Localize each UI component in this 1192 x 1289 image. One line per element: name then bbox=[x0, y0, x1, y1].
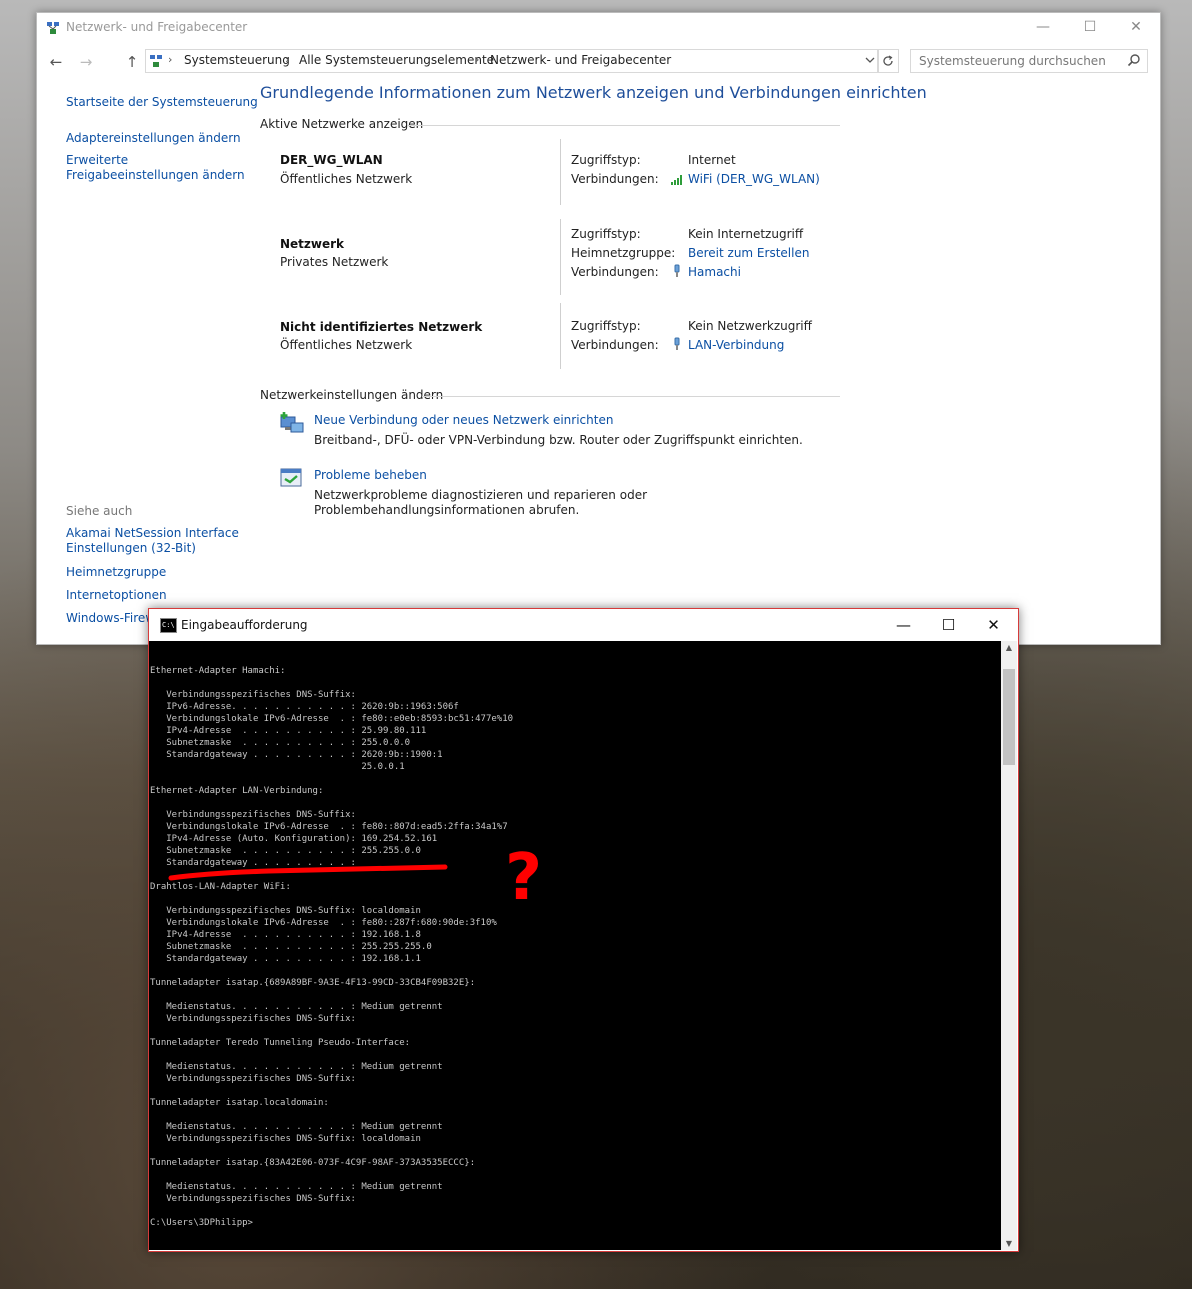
breadcrumb-separator: › bbox=[285, 53, 290, 66]
access-type-label: Zugriffstyp: bbox=[571, 153, 641, 167]
homegroup-link[interactable]: Bereit zum Erstellen bbox=[688, 246, 809, 260]
access-type-label: Zugriffstyp: bbox=[571, 319, 641, 333]
title-bar[interactable]: Netzwerk- und Freigabecenter — ☐ ✕ bbox=[37, 13, 1160, 43]
control-panel-icon bbox=[150, 55, 162, 67]
back-button[interactable]: ← bbox=[45, 51, 67, 73]
cmd-minimize-button[interactable]: — bbox=[881, 609, 926, 641]
network-divider bbox=[560, 219, 561, 295]
breadcrumb-systemsteuerung[interactable]: Systemsteuerung bbox=[184, 53, 290, 67]
connections-label: Verbindungen: bbox=[571, 265, 659, 279]
connection-link-lan[interactable]: LAN-Verbindung bbox=[688, 338, 784, 352]
forward-button[interactable]: → bbox=[75, 51, 97, 73]
address-bar[interactable]: › Systemsteuerung › Alle Systemsteuerung… bbox=[145, 49, 879, 73]
command-prompt-window: C:\ Eingabeaufforderung — ☐ ✕ Ethernet-A… bbox=[148, 608, 1019, 1252]
connection-link-wifi[interactable]: WiFi (DER_WG_WLAN) bbox=[688, 172, 820, 186]
access-type-label: Zugriffstyp: bbox=[571, 227, 641, 241]
troubleshoot-icon bbox=[280, 468, 302, 487]
network-type: Öffentliches Netzwerk bbox=[280, 338, 413, 352]
wifi-signal-icon bbox=[671, 175, 682, 185]
access-type-value: Kein Netzwerkzugriff bbox=[688, 319, 812, 333]
task-link-new-connection[interactable]: Neue Verbindung oder neues Netzwerk einr… bbox=[314, 413, 613, 427]
access-type-value: Kein Internetzugriff bbox=[688, 227, 804, 241]
access-type-value: Internet bbox=[688, 153, 736, 167]
network-name: Nicht identifiziertes Netzwerk bbox=[280, 320, 483, 334]
ethernet-adapter-icon bbox=[674, 264, 680, 277]
sidebar-link-sharing-line2: Freigabeeinstellungen ändern bbox=[66, 168, 245, 182]
network-name: DER_WG_WLAN bbox=[280, 153, 383, 167]
sidebar-link-sharing-line1: Erweiterte bbox=[66, 153, 129, 167]
minimize-button[interactable]: — bbox=[1020, 13, 1066, 43]
section-divider bbox=[407, 125, 840, 126]
scroll-thumb[interactable] bbox=[1003, 669, 1015, 765]
sidebar-link-sharing[interactable]: Erweiterte Freigabeeinstellungen ändern bbox=[66, 153, 245, 183]
search-placeholder: Systemsteuerung durchsuchen bbox=[919, 54, 1106, 68]
sidebar-link-home[interactable]: Startseite der Systemsteuerung bbox=[66, 95, 258, 110]
ethernet-adapter-icon bbox=[674, 337, 680, 350]
cmd-icon: C:\ bbox=[160, 618, 177, 633]
cmd-icon-label: C:\ bbox=[162, 621, 175, 629]
change-settings-heading: Netzwerkeinstellungen ändern bbox=[260, 388, 444, 402]
network-divider bbox=[560, 139, 561, 205]
see-also-heading: Siehe auch bbox=[66, 504, 133, 518]
sidebar-link-internet-options[interactable]: Internetoptionen bbox=[66, 588, 167, 603]
breadcrumb-alle-elemente[interactable]: Alle Systemsteuerungselemente bbox=[299, 53, 494, 67]
cmd-maximize-button[interactable]: ☐ bbox=[926, 609, 971, 641]
breadcrumb-separator: › bbox=[475, 53, 480, 66]
sidebar-link-akamai[interactable]: Akamai NetSession Interface Einstellunge… bbox=[66, 526, 239, 556]
control-panel-window: Netzwerk- und Freigabecenter — ☐ ✕ ← → ↑… bbox=[36, 12, 1161, 645]
console-scrollbar[interactable]: ▲ ▼ bbox=[1001, 641, 1017, 1250]
task-link-troubleshoot[interactable]: Probleme beheben bbox=[314, 468, 427, 482]
scroll-up-arrow[interactable]: ▲ bbox=[1001, 643, 1017, 652]
search-icon[interactable] bbox=[1127, 53, 1141, 67]
cmd-window-title: Eingabeaufforderung bbox=[181, 618, 308, 632]
active-networks-heading: Aktive Netzwerke anzeigen bbox=[260, 117, 424, 131]
connections-label: Verbindungen: bbox=[571, 172, 659, 186]
sidebar-link-akamai-line2: Einstellungen (32-Bit) bbox=[66, 541, 196, 555]
page-title: Grundlegende Informationen zum Netzwerk … bbox=[260, 83, 927, 102]
sidebar-link-akamai-line1: Akamai NetSession Interface bbox=[66, 526, 239, 540]
network-center-icon bbox=[47, 22, 59, 34]
console-output-area[interactable]: Ethernet-Adapter Hamachi: Verbindungsspe… bbox=[149, 641, 1001, 1250]
breadcrumb-separator: › bbox=[168, 53, 173, 66]
network-divider bbox=[560, 303, 561, 369]
close-button[interactable]: ✕ bbox=[1113, 13, 1159, 43]
annotation-question-mark: ? bbox=[505, 841, 542, 915]
network-type: Öffentliches Netzwerk bbox=[280, 172, 413, 186]
window-title: Netzwerk- und Freigabecenter bbox=[66, 20, 248, 34]
cmd-close-button[interactable]: ✕ bbox=[971, 609, 1016, 641]
scroll-down-arrow[interactable]: ▼ bbox=[1001, 1239, 1017, 1248]
network-name: Netzwerk bbox=[280, 237, 345, 251]
connection-link-hamachi[interactable]: Hamachi bbox=[688, 265, 741, 279]
address-row: ← → ↑ › Systemsteuerung › Alle Systemste… bbox=[37, 49, 1160, 75]
maximize-button[interactable]: ☐ bbox=[1067, 13, 1113, 43]
cmd-title-bar[interactable]: C:\ Eingabeaufforderung — ☐ ✕ bbox=[149, 609, 1018, 641]
network-type: Privates Netzwerk bbox=[280, 255, 389, 269]
breadcrumb-freigabecenter[interactable]: Netzwerk- und Freigabecenter bbox=[490, 53, 671, 67]
new-connection-icon bbox=[280, 412, 304, 433]
homegroup-label: Heimnetzgruppe: bbox=[571, 246, 676, 260]
sidebar-link-homegroup[interactable]: Heimnetzgruppe bbox=[66, 565, 166, 580]
search-input[interactable]: Systemsteuerung durchsuchen bbox=[910, 49, 1148, 73]
section-divider bbox=[422, 396, 840, 397]
refresh-icon bbox=[883, 55, 893, 66]
task-description: Netzwerkprobleme diagnostizieren und rep… bbox=[314, 488, 648, 517]
task-description: Breitband-, DFÜ- oder VPN-Verbindung bzw… bbox=[314, 433, 803, 447]
sidebar-link-adapter[interactable]: Adaptereinstellungen ändern bbox=[66, 131, 241, 146]
up-button[interactable]: ↑ bbox=[121, 51, 143, 73]
refresh-button[interactable] bbox=[877, 49, 899, 73]
red-annotation: ? bbox=[168, 841, 542, 915]
connections-label: Verbindungen: bbox=[571, 338, 659, 352]
chevron-down-icon[interactable] bbox=[865, 52, 875, 68]
